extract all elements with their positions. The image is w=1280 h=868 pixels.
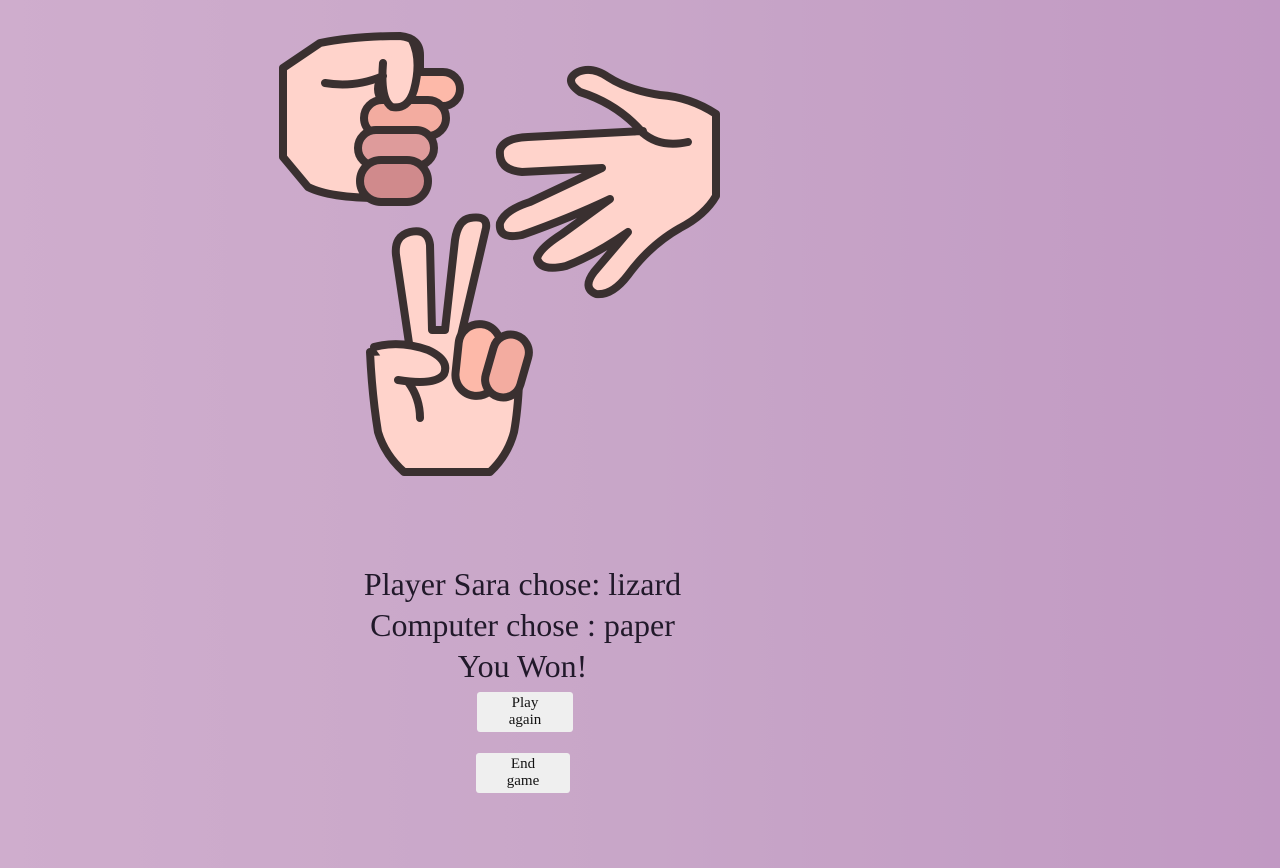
open-hand-paper-icon — [495, 65, 720, 299]
player-choice-text: Player Sara chose: lizard — [363, 566, 682, 602]
hands-illustration — [270, 25, 730, 485]
result-panel: Player Sara chose: lizard Computer chose… — [300, 564, 745, 687]
fist-rock-icon — [279, 32, 464, 206]
victory-scissors-icon — [366, 213, 533, 476]
outcome-text: You Won! — [457, 648, 588, 684]
computer-choice-text: Computer chose : paper — [370, 607, 675, 643]
play-again-button[interactable]: Play again — [477, 692, 573, 732]
end-game-button[interactable]: End game — [476, 753, 570, 793]
